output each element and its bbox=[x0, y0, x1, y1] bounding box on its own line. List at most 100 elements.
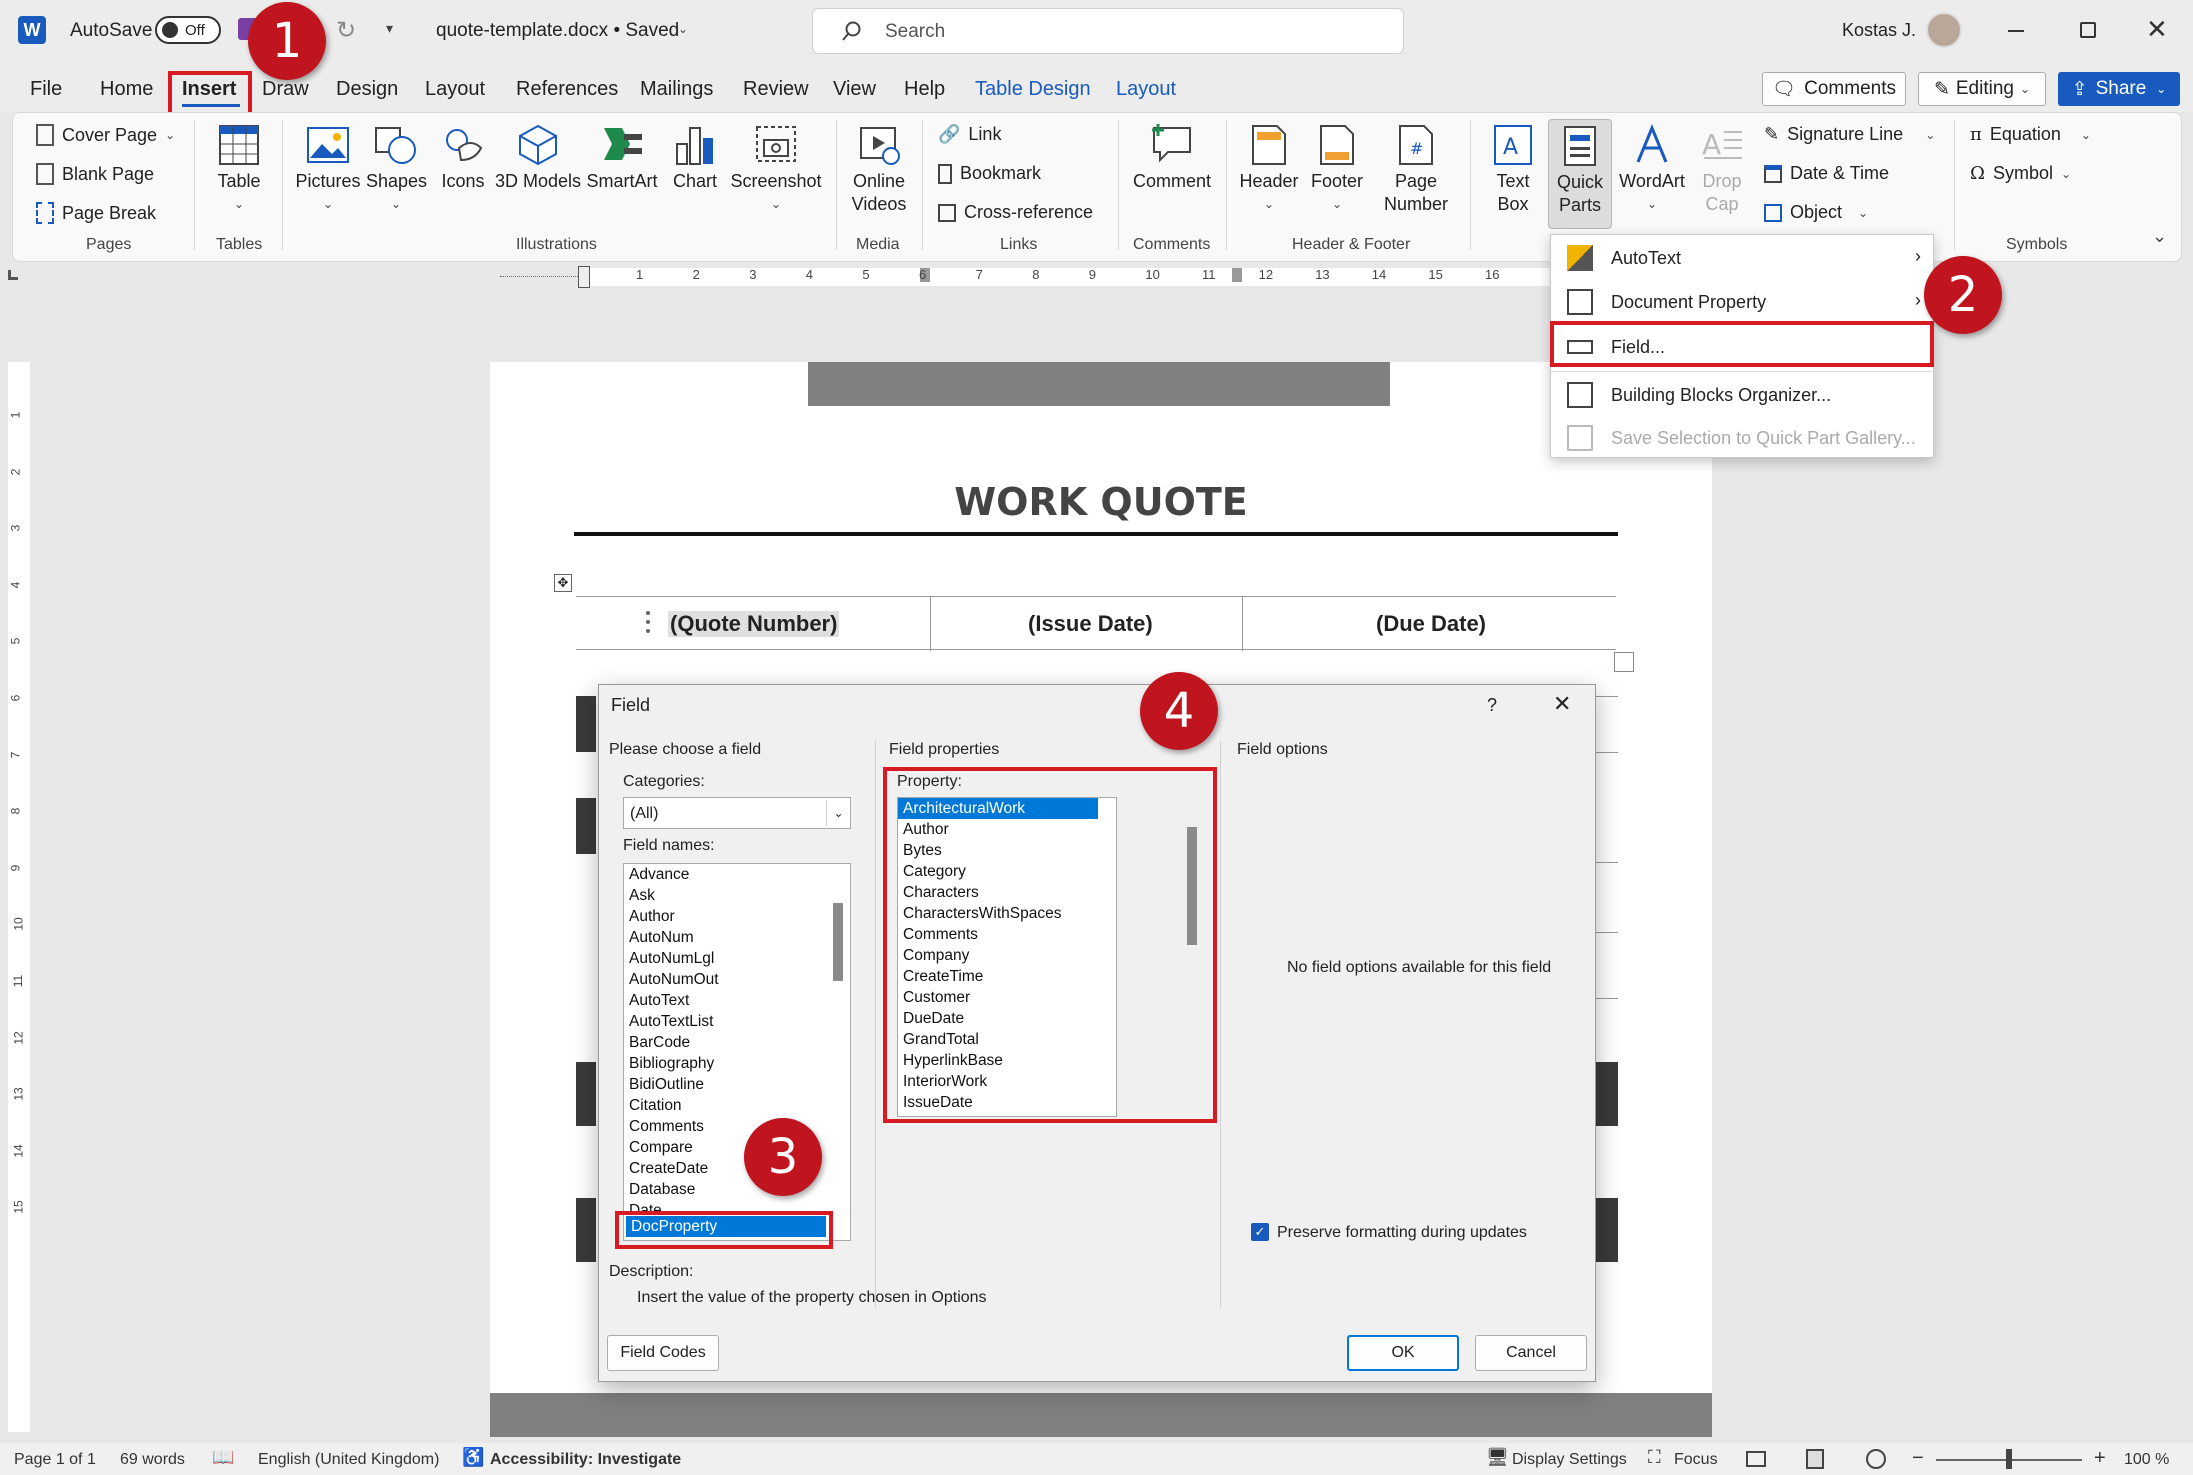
wordart-button[interactable]: WordArt ⌄ bbox=[1614, 124, 1690, 216]
field-drag-handle-icon[interactable] bbox=[646, 611, 656, 633]
field-name-item[interactable]: AutoNum bbox=[624, 927, 804, 948]
tab-design[interactable]: Design bbox=[336, 78, 398, 101]
autosave-toggle[interactable]: Off bbox=[155, 16, 221, 44]
tab-help[interactable]: Help bbox=[904, 78, 945, 101]
field-name-item[interactable]: AutoTextList bbox=[624, 1011, 804, 1032]
field-name-item[interactable]: Bibliography bbox=[624, 1053, 804, 1074]
field-name-item[interactable]: Author bbox=[624, 906, 804, 927]
close-icon[interactable]: ✕ bbox=[2146, 14, 2168, 45]
field-codes-button[interactable]: Field Codes bbox=[607, 1335, 719, 1371]
field-name-item[interactable]: Ask bbox=[624, 885, 804, 906]
shapes-button[interactable]: Shapes ⌄ bbox=[366, 124, 427, 216]
menu-item-save-selection[interactable]: Save Selection to Quick Part Gallery... bbox=[1551, 416, 1933, 460]
date-time-button[interactable]: Date & Time bbox=[1764, 163, 1889, 184]
field-name-item[interactable]: Advance bbox=[624, 864, 804, 885]
bookmark-button[interactable]: Bookmark bbox=[938, 163, 1041, 184]
cross-reference-button[interactable]: Cross-reference bbox=[938, 202, 1093, 223]
share-button[interactable]: ⇪ Share ⌄ bbox=[2058, 72, 2180, 106]
accessibility-icon[interactable]: ♿ bbox=[462, 1447, 484, 1468]
document-title[interactable]: quote-template.docx • Saved bbox=[436, 20, 679, 42]
tab-draw[interactable]: Draw bbox=[262, 78, 309, 101]
tab-home[interactable]: Home bbox=[100, 78, 153, 101]
field-names-list[interactable]: Advance Ask Author AutoNum AutoNumLgl AutoNum… bbox=[623, 863, 851, 1241]
cancel-button[interactable]: Cancel bbox=[1475, 1335, 1587, 1371]
page-number-button[interactable]: # Page Number bbox=[1376, 124, 1456, 216]
equation-button[interactable]: π Equation ⌄ bbox=[1970, 124, 2091, 145]
pictures-button[interactable]: Pictures ⌄ bbox=[294, 124, 362, 216]
collapse-ribbon-icon[interactable]: ⌄ bbox=[2152, 226, 2167, 247]
focus-mode[interactable]: Focus bbox=[1674, 1451, 1718, 1469]
accessibility-status[interactable]: Accessibility: Investigate bbox=[490, 1451, 681, 1469]
menu-item-building-blocks[interactable]: Building Blocks Organizer... bbox=[1551, 373, 1933, 417]
comment-button[interactable]: Comment bbox=[1126, 124, 1218, 193]
object-button[interactable]: Object ⌄ bbox=[1764, 202, 1868, 223]
tab-table-layout[interactable]: Layout bbox=[1116, 78, 1176, 101]
categories-select[interactable]: (All) ⌄ bbox=[623, 797, 851, 829]
tab-review[interactable]: Review bbox=[743, 78, 809, 101]
avatar[interactable] bbox=[1926, 12, 1962, 48]
symbol-button[interactable]: Ω Symbol ⌄ bbox=[1970, 163, 2071, 184]
field-list-scrollbar[interactable] bbox=[833, 903, 843, 981]
word-count[interactable]: 69 words bbox=[120, 1451, 185, 1469]
display-settings[interactable]: Display Settings bbox=[1512, 1451, 1627, 1469]
maximize-icon[interactable] bbox=[2080, 22, 2096, 38]
dialog-close-icon[interactable]: ✕ bbox=[1553, 691, 1571, 717]
menu-item-document-property[interactable]: Document Property › bbox=[1551, 280, 1933, 324]
table-move-handle[interactable]: ✥ bbox=[554, 574, 572, 592]
signature-line-button[interactable]: ✎ Signature Line ⌄ bbox=[1764, 124, 1935, 145]
table-resize-handle[interactable] bbox=[1614, 652, 1634, 672]
read-mode-icon[interactable] bbox=[1746, 1451, 1766, 1467]
preserve-formatting-checkbox[interactable]: ✓ bbox=[1251, 1223, 1269, 1241]
blank-page-button[interactable]: Blank Page bbox=[36, 163, 154, 185]
document-title[interactable]: WORK QUOTE bbox=[490, 480, 1712, 524]
text-box-button[interactable]: A Text Box bbox=[1482, 124, 1544, 216]
redo-icon[interactable]: ↻ bbox=[336, 16, 356, 45]
issue-date-field[interactable]: (Issue Date) bbox=[1028, 611, 1153, 637]
print-layout-icon[interactable] bbox=[1806, 1449, 1824, 1469]
minimize-icon[interactable] bbox=[2008, 30, 2024, 32]
zoom-out-icon[interactable]: − bbox=[1912, 1447, 1924, 1470]
tab-mailings[interactable]: Mailings bbox=[640, 78, 713, 101]
comments-button[interactable]: 🗨 Comments bbox=[1762, 72, 1906, 106]
chevron-down-icon[interactable]: ⌄ bbox=[678, 22, 688, 36]
field-name-item[interactable]: AutoNumOut bbox=[624, 969, 804, 990]
due-date-field[interactable]: (Due Date) bbox=[1376, 611, 1486, 637]
chart-button[interactable]: Chart bbox=[666, 124, 724, 193]
screenshot-button[interactable]: Screenshot ⌄ bbox=[726, 124, 826, 216]
field-name-item[interactable]: Citation bbox=[624, 1095, 804, 1116]
ok-button[interactable]: OK bbox=[1347, 1335, 1459, 1371]
3d-models-button[interactable]: 3D Models bbox=[494, 124, 582, 193]
customize-toolbar-icon[interactable]: ▾ bbox=[386, 20, 393, 37]
display-settings-icon[interactable]: 🖥 bbox=[1486, 1447, 1509, 1468]
language-status[interactable]: English (United Kingdom) bbox=[258, 1451, 439, 1469]
tab-table-design[interactable]: Table Design bbox=[975, 78, 1091, 101]
help-button[interactable]: ? bbox=[1487, 695, 1497, 716]
zoom-level[interactable]: 100 % bbox=[2124, 1451, 2169, 1469]
search-box[interactable]: Search bbox=[812, 8, 1404, 54]
tab-references[interactable]: References bbox=[516, 78, 618, 101]
zoom-slider-thumb[interactable] bbox=[2006, 1449, 2012, 1469]
tab-file[interactable]: File bbox=[30, 78, 62, 101]
icons-button[interactable]: Icons bbox=[434, 124, 492, 193]
table-button[interactable]: Table ⌄ bbox=[208, 124, 270, 216]
quick-parts-button[interactable]: Quick Parts bbox=[1548, 119, 1612, 229]
drop-cap-button[interactable]: A Drop Cap bbox=[1694, 124, 1750, 216]
field-name-item[interactable]: AutoText bbox=[624, 990, 804, 1011]
online-videos-button[interactable]: Online Videos bbox=[846, 124, 912, 216]
zoom-in-icon[interactable]: + bbox=[2094, 1447, 2106, 1470]
page-count[interactable]: Page 1 of 1 bbox=[14, 1451, 96, 1469]
field-name-item[interactable]: AutoNumLgl bbox=[624, 948, 804, 969]
menu-item-autotext[interactable]: AutoText › bbox=[1551, 236, 1933, 280]
quote-number-field[interactable]: (Quote Number) bbox=[668, 611, 840, 637]
smartart-button[interactable]: SmartArt bbox=[582, 124, 662, 193]
page-break-button[interactable]: Page Break bbox=[36, 202, 156, 224]
header-button[interactable]: Header ⌄ bbox=[1236, 124, 1302, 216]
proofing-icon[interactable]: 📖 bbox=[212, 1447, 234, 1468]
web-layout-icon[interactable] bbox=[1866, 1449, 1886, 1469]
user-name[interactable]: Kostas J. bbox=[1842, 20, 1916, 41]
tab-view[interactable]: View bbox=[833, 78, 876, 101]
editing-button[interactable]: ✎ Editing ⌄ bbox=[1918, 72, 2046, 106]
link-button[interactable]: 🔗 Link bbox=[938, 124, 1001, 145]
footer-button[interactable]: Footer ⌄ bbox=[1306, 124, 1368, 216]
focus-icon[interactable]: ⛶ bbox=[1648, 1447, 1661, 1468]
